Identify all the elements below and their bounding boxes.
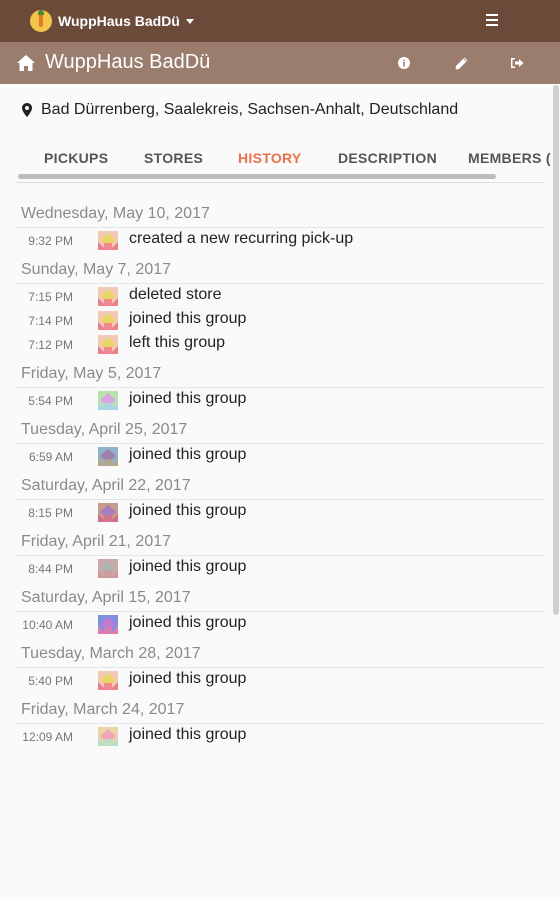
history-entry[interactable]: 5:54 PM joined this group	[0, 388, 560, 412]
tab-history[interactable]: HISTORY	[238, 150, 302, 166]
user-avatar[interactable]	[98, 335, 118, 354]
brand-name: WuppHaus BadDü	[58, 13, 180, 29]
user-avatar[interactable]	[98, 727, 118, 746]
sign-out-icon[interactable]	[508, 54, 526, 72]
history-entry-message: joined this group	[129, 390, 247, 407]
user-avatar[interactable]	[98, 287, 118, 306]
history-day-date: Tuesday, April 25, 2017	[21, 421, 188, 438]
user-avatar[interactable]	[98, 391, 118, 410]
history-entry[interactable]: 12:09 AM joined this group	[0, 724, 560, 748]
history-day-date: Sunday, May 7, 2017	[21, 261, 172, 278]
history-day: Saturday, April 15, 2017 10:40 AM joined t…	[0, 580, 560, 636]
group-title: WuppHaus BadDü	[45, 51, 211, 73]
map-pin-icon	[22, 103, 32, 117]
history-entry-time: 6:59 AM	[28, 450, 73, 464]
caret-down-icon	[185, 18, 194, 24]
history-entry-time: 7:15 PM	[28, 290, 73, 304]
group-location: Bad Dürrenberg, Saalekreis, Sachsen-Anha…	[22, 100, 458, 120]
history-day: Sunday, May 7, 2017 7:15 PM deleted store 7…	[0, 252, 560, 356]
user-avatar[interactable]	[98, 503, 118, 522]
history-entry-message: joined this group	[129, 502, 247, 519]
history-entry[interactable]: 8:44 PM joined this group	[0, 556, 560, 580]
group-header: WuppHaus BadDü	[0, 42, 560, 84]
history-entry-time: 5:54 PM	[28, 394, 73, 408]
history-day-date: Saturday, April 22, 2017	[21, 477, 191, 494]
history-entry-time: 9:32 PM	[28, 234, 73, 248]
hamburger-menu-icon[interactable]	[486, 14, 498, 26]
history-entry-message: joined this group	[129, 614, 247, 631]
history-entry[interactable]: 7:15 PM deleted store	[0, 284, 560, 308]
history-day: Friday, March 24, 2017 12:09 AM joined thi…	[0, 692, 560, 748]
history-entry-time: 7:12 PM	[28, 338, 73, 352]
group-tabs: PICKUPS STORES HISTORY DESCRIPTION MEMBE…	[0, 146, 560, 172]
history-entry[interactable]: 7:14 PM joined this group	[0, 308, 560, 332]
tab-members[interactable]: MEMBERS (	[468, 150, 551, 166]
info-icon[interactable]	[395, 54, 413, 72]
history-entry-time: 10:40 AM	[22, 618, 73, 632]
tab-pickups[interactable]: PICKUPS	[44, 150, 108, 166]
history-entry-message: joined this group	[129, 558, 247, 575]
history-day: Wednesday, May 10, 2017 9:32 PM created a …	[0, 196, 560, 252]
tabs-divider	[16, 182, 544, 183]
history-day: Friday, April 21, 2017 8:44 PM joined this…	[0, 524, 560, 580]
page-scrollbar[interactable]	[553, 85, 559, 615]
history-day-date: Saturday, April 15, 2017	[21, 589, 191, 606]
history-entry[interactable]: 9:32 PM created a new recurring pick-up	[0, 228, 560, 252]
carrot-logo-icon	[30, 10, 52, 32]
tab-stores[interactable]: STORES	[144, 150, 203, 166]
history-entry-message: left this group	[129, 334, 226, 351]
history-day-date: Friday, March 24, 2017	[21, 701, 185, 718]
history-day: Saturday, April 22, 2017 8:15 PM joined th…	[0, 468, 560, 524]
history-day-date: Tuesday, March 28, 2017	[21, 645, 201, 662]
history-entry[interactable]: 8:15 PM joined this group	[0, 500, 560, 524]
user-avatar[interactable]	[98, 231, 118, 250]
tabs-scrollbar[interactable]	[18, 174, 496, 179]
history-entry[interactable]: 10:40 AM joined this group	[0, 612, 560, 636]
history-entry-message: joined this group	[129, 726, 247, 743]
history-entry-message: deleted store	[129, 286, 222, 303]
history-entry-time: 7:14 PM	[28, 314, 73, 328]
history-entry-message: joined this group	[129, 310, 247, 327]
user-avatar[interactable]	[98, 447, 118, 466]
history-feed: Wednesday, May 10, 2017 9:32 PM created a …	[0, 196, 560, 748]
history-day: Friday, May 5, 2017 5:54 PM joined this gr…	[0, 356, 560, 412]
brand-dropdown[interactable]: WuppHaus BadDü	[30, 8, 194, 34]
history-entry[interactable]: 5:40 PM joined this group	[0, 668, 560, 692]
history-entry-time: 8:44 PM	[28, 562, 73, 576]
user-avatar[interactable]	[98, 671, 118, 690]
tab-description[interactable]: DESCRIPTION	[338, 150, 437, 166]
history-entry[interactable]: 7:12 PM left this group	[0, 332, 560, 356]
history-entry-message: joined this group	[129, 446, 247, 463]
history-entry-time: 5:40 PM	[28, 674, 73, 688]
history-day-date: Wednesday, May 10, 2017	[21, 205, 210, 222]
history-entry-time: 12:09 AM	[22, 730, 73, 744]
history-entry[interactable]: 6:59 AM joined this group	[0, 444, 560, 468]
history-day-date: Friday, April 21, 2017	[21, 533, 172, 550]
user-avatar[interactable]	[98, 311, 118, 330]
pencil-icon[interactable]	[452, 54, 470, 72]
user-avatar[interactable]	[98, 559, 118, 578]
history-entry-message: created a new recurring pick-up	[129, 230, 354, 247]
history-day: Tuesday, March 28, 2017 5:40 PM joined thi…	[0, 636, 560, 692]
history-entry-time: 8:15 PM	[28, 506, 73, 520]
top-navbar: WuppHaus BadDü	[0, 0, 560, 42]
history-entry-message: joined this group	[129, 670, 247, 687]
user-avatar[interactable]	[98, 615, 118, 634]
history-day-date: Friday, May 5, 2017	[21, 365, 162, 382]
location-text: Bad Dürrenberg, Saalekreis, Sachsen-Anha…	[41, 101, 459, 118]
home-icon[interactable]	[17, 55, 35, 71]
history-day: Tuesday, April 25, 2017 6:59 AM joined thi…	[0, 412, 560, 468]
